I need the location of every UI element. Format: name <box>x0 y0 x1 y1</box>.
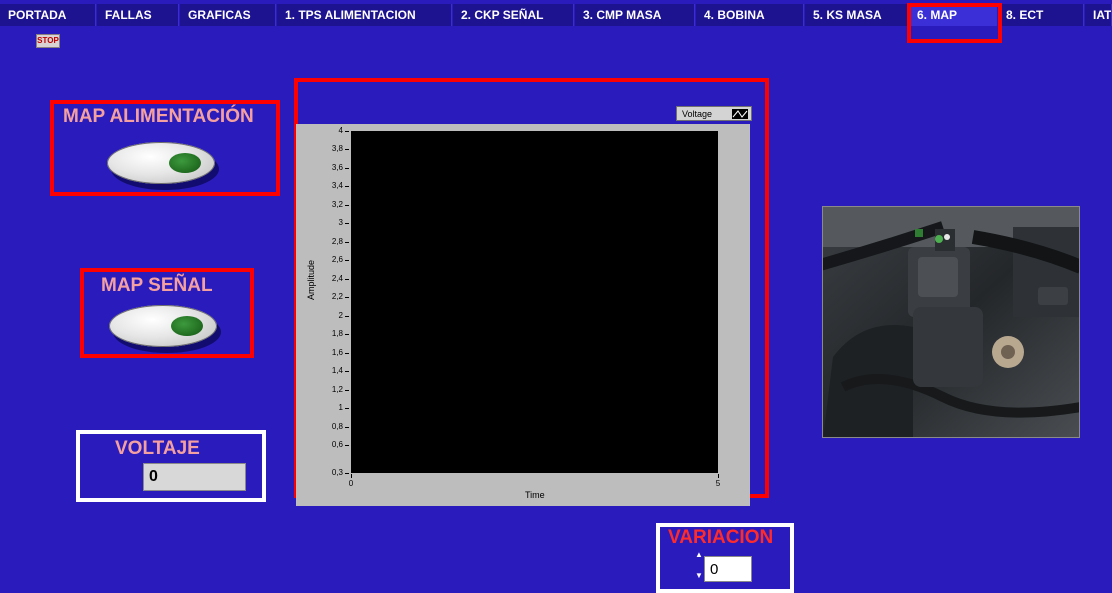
tab-ect[interactable]: 8. ECT <box>998 4 1084 26</box>
active-tab-highlight <box>907 3 1002 43</box>
y-tick-mark <box>345 204 349 206</box>
y-tick-mark <box>345 445 349 447</box>
y-tick-mark <box>345 334 349 336</box>
tab-ks-masa[interactable]: 5. KS MASA <box>805 4 908 26</box>
y-tick-label: 3,4 <box>331 181 343 191</box>
y-tick-label: 1,8 <box>331 329 343 339</box>
y-tick-label: 0,6 <box>331 440 343 450</box>
map-alimentacion-toggle[interactable] <box>107 142 215 184</box>
tab-portada[interactable]: PORTADA <box>0 4 96 26</box>
decrement-arrow-icon[interactable]: ▼ <box>695 572 703 580</box>
increment-arrow-icon[interactable]: ▲ <box>695 551 703 559</box>
y-tick-mark <box>345 297 349 299</box>
y-tick-mark <box>345 131 349 132</box>
y-tick-mark <box>345 408 349 410</box>
x-tick-mark <box>718 474 719 478</box>
led-indicator-icon <box>171 316 203 336</box>
y-tick-label: 2,6 <box>331 255 343 265</box>
y-tick-mark <box>345 278 349 280</box>
tab-graficas[interactable]: GRAFICAS <box>180 4 276 26</box>
y-tick-mark <box>345 167 349 169</box>
y-tick-label: 2,2 <box>331 292 343 302</box>
y-tick-mark <box>345 371 349 373</box>
map-alimentacion-label: MAP ALIMENTACIÓN <box>63 106 254 127</box>
y-tick-label: 1 <box>338 403 343 413</box>
y-tick-label: 3,6 <box>331 162 343 172</box>
y-tick-label: 4 <box>338 126 343 135</box>
stop-button[interactable]: STOP <box>36 34 60 48</box>
y-tick-mark <box>345 473 349 474</box>
y-tick-label: 2,4 <box>331 273 343 283</box>
variacion-input[interactable]: 0 <box>704 556 752 582</box>
y-tick-label: 3,2 <box>331 199 343 209</box>
y-tick-label: 3,8 <box>331 144 343 154</box>
y-tick-label: 1,6 <box>331 347 343 357</box>
y-tick-mark <box>345 260 349 262</box>
y-tick-label: 0,3 <box>331 468 343 477</box>
x-tick-label: 5 <box>715 479 721 488</box>
x-tick-mark <box>351 474 352 478</box>
map-senal-label: MAP SEÑAL <box>101 275 213 296</box>
y-tick-label: 0,8 <box>331 421 343 431</box>
tab-fallas[interactable]: FALLAS <box>97 4 179 26</box>
y-tick-label: 1,4 <box>331 366 343 376</box>
y-tick-mark <box>345 223 349 225</box>
tab-ckp-senal[interactable]: 2. CKP SEÑAL <box>453 4 574 26</box>
tab-tps-alimentacion[interactable]: 1. TPS ALIMENTACION <box>277 4 452 26</box>
tab-iat[interactable]: IAT <box>1085 4 1112 26</box>
voltaje-label: VOLTAJE <box>115 438 200 459</box>
y-tick-label: 2,8 <box>331 236 343 246</box>
y-tick-mark <box>345 149 349 151</box>
map-sensor-photo <box>822 206 1080 438</box>
y-axis-title: Amplitude <box>306 259 316 300</box>
y-tick-label: 2 <box>338 310 343 320</box>
y-tick-label: 3 <box>338 218 343 228</box>
x-axis-title: Time <box>525 490 545 500</box>
legend-label: Voltage <box>682 108 713 119</box>
voltaje-indicator: 0 <box>143 463 246 491</box>
y-tick-mark <box>345 186 349 188</box>
x-tick-label: 0 <box>348 479 354 488</box>
plot-legend[interactable]: Voltage <box>676 106 752 121</box>
y-tick-mark <box>345 352 349 354</box>
led-indicator-icon <box>169 153 201 173</box>
y-tick-mark <box>345 315 349 317</box>
tab-bobina[interactable]: 4. BOBINA <box>696 4 804 26</box>
y-tick-label: 1,2 <box>331 384 343 394</box>
plot-area <box>351 131 718 473</box>
tab-cmp-masa[interactable]: 3. CMP MASA <box>575 4 695 26</box>
variacion-label: VARIACION <box>668 527 774 548</box>
y-tick-mark <box>345 426 349 428</box>
legend-swatch-icon <box>732 109 748 119</box>
map-senal-toggle[interactable] <box>109 305 217 347</box>
y-tick-mark <box>345 389 349 391</box>
y-tick-mark <box>345 241 349 243</box>
